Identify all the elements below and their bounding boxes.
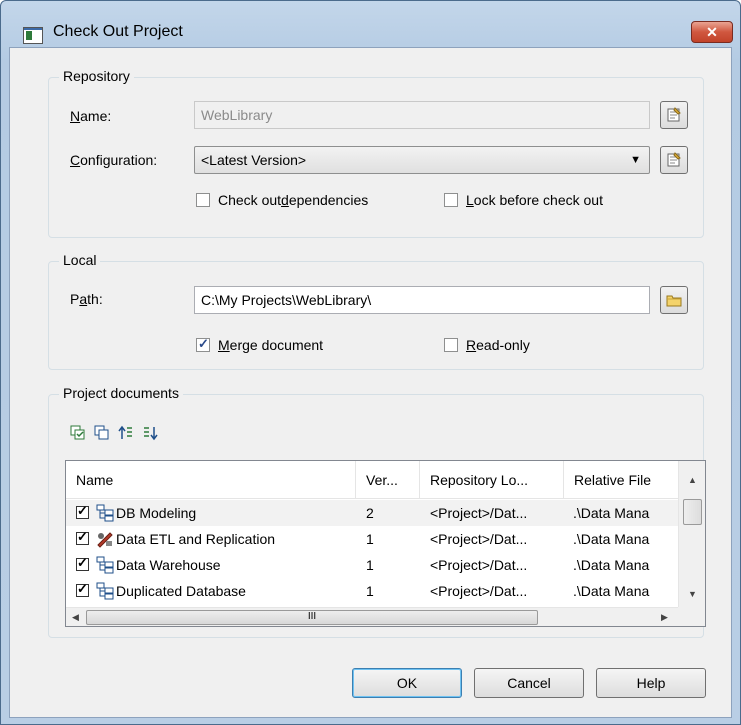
row-version: 2 bbox=[366, 505, 374, 521]
ok-button[interactable]: OK bbox=[352, 668, 462, 698]
row-relative-file: .\Data Mana bbox=[573, 557, 650, 573]
row-relative-file: .\Data Mana bbox=[573, 505, 650, 521]
row-repository-location: <Project>/Dat... bbox=[430, 583, 528, 599]
app-icon bbox=[23, 27, 43, 44]
horizontal-scroll-thumb[interactable]: III bbox=[86, 610, 538, 625]
merge-document-box[interactable] bbox=[196, 336, 210, 352]
model-icon bbox=[96, 582, 114, 600]
table-row[interactable]: Duplicated Database 1 <Project>/Dat... .… bbox=[66, 578, 678, 604]
row-repository-location: <Project>/Dat... bbox=[430, 505, 528, 521]
model-icon bbox=[96, 504, 114, 522]
row-checkbox[interactable] bbox=[76, 529, 89, 545]
check-out-dependencies-checkbox[interactable]: Check out d ependencies bbox=[196, 192, 368, 208]
row-relative-file: .\Data Mana bbox=[573, 583, 650, 599]
path-label: Path: bbox=[70, 291, 103, 307]
deselect-all-icon[interactable] bbox=[94, 425, 110, 441]
help-button[interactable]: Help bbox=[596, 668, 706, 698]
dialog-client-area: Repository Name: WebLibrary Configuratio… bbox=[9, 47, 732, 718]
close-button[interactable]: ✕ bbox=[691, 21, 733, 43]
row-checkbox[interactable] bbox=[76, 555, 89, 571]
project-documents-list[interactable]: Name Ver... Repository Lo... Relative Fi… bbox=[65, 460, 706, 627]
scrollbar-corner bbox=[678, 607, 705, 626]
etl-icon bbox=[97, 532, 113, 548]
properties-icon bbox=[667, 152, 681, 167]
folder-icon bbox=[666, 295, 682, 307]
model-icon bbox=[96, 556, 114, 574]
repository-name-field: WebLibrary bbox=[194, 101, 650, 129]
name-label: Name: bbox=[70, 108, 112, 124]
list-header: Name Ver... Repository Lo... Relative Fi… bbox=[66, 461, 678, 499]
local-path-field[interactable]: C:\My Projects\WebLibrary\ bbox=[194, 286, 650, 314]
local-group: Local bbox=[48, 252, 704, 370]
title-bar[interactable]: Check Out Project ✕ bbox=[1, 1, 740, 47]
cancel-button[interactable]: Cancel bbox=[474, 668, 584, 698]
column-header-relative-file[interactable]: Relative File bbox=[564, 461, 678, 499]
check-out-dependencies-box[interactable] bbox=[196, 193, 210, 207]
table-row[interactable]: Data ETL and Replication 1 <Project>/Dat… bbox=[66, 526, 678, 552]
local-group-label: Local bbox=[59, 252, 101, 268]
read-only-checkbox[interactable]: Read-only bbox=[444, 337, 530, 353]
row-name: Data Warehouse bbox=[116, 557, 221, 573]
lock-before-check-out-box[interactable] bbox=[444, 193, 458, 207]
configuration-dropdown[interactable]: <Latest Version> ▼ bbox=[194, 146, 650, 174]
scroll-right-icon[interactable]: ▶ bbox=[661, 612, 668, 623]
row-repository-location: <Project>/Dat... bbox=[430, 531, 528, 547]
row-checkbox[interactable] bbox=[76, 503, 89, 519]
column-header-version[interactable]: Ver... bbox=[356, 461, 420, 499]
row-version: 1 bbox=[366, 583, 374, 599]
merge-document-checkbox[interactable]: Merge document bbox=[196, 336, 323, 353]
repository-group-label: Repository bbox=[59, 68, 134, 84]
row-version: 1 bbox=[366, 557, 374, 573]
row-name: DB Modeling bbox=[116, 505, 197, 521]
browse-folder-button[interactable] bbox=[660, 286, 688, 314]
row-name: Data ETL and Replication bbox=[116, 531, 276, 547]
row-relative-file: .\Data Mana bbox=[573, 531, 650, 547]
read-only-box[interactable] bbox=[444, 338, 458, 352]
vertical-scrollbar[interactable]: ▲ ▼ bbox=[678, 461, 705, 607]
vertical-scroll-thumb[interactable] bbox=[683, 499, 702, 525]
configuration-properties-button[interactable] bbox=[660, 146, 688, 174]
configuration-value: <Latest Version> bbox=[201, 152, 307, 168]
table-row[interactable]: DB Modeling 2 <Project>/Dat... .\Data Ma… bbox=[66, 500, 678, 526]
row-version: 1 bbox=[366, 531, 374, 547]
project-documents-group-label: Project documents bbox=[59, 385, 183, 401]
chevron-down-icon: ▼ bbox=[630, 154, 641, 166]
dialog-window: Check Out Project ✕ Repository Name: Web… bbox=[0, 0, 741, 725]
column-header-repository-location[interactable]: Repository Lo... bbox=[420, 461, 564, 499]
column-header-name[interactable]: Name bbox=[66, 461, 356, 499]
lock-before-check-out-checkbox[interactable]: Lock before check out bbox=[444, 192, 603, 208]
move-up-icon[interactable] bbox=[118, 425, 134, 441]
properties-icon bbox=[667, 107, 681, 122]
scroll-left-icon[interactable]: ◀ bbox=[72, 612, 79, 623]
window-title: Check Out Project bbox=[53, 23, 183, 40]
configuration-label: Configuration: bbox=[70, 152, 158, 168]
select-all-icon[interactable] bbox=[70, 425, 86, 441]
table-row[interactable]: Data Warehouse 1 <Project>/Dat... .\Data… bbox=[66, 552, 678, 578]
row-name: Duplicated Database bbox=[116, 583, 246, 599]
scroll-down-icon[interactable]: ▼ bbox=[688, 589, 697, 599]
row-checkbox[interactable] bbox=[76, 581, 89, 597]
move-down-icon[interactable] bbox=[142, 425, 158, 441]
horizontal-scrollbar[interactable]: ◀ III ▶ bbox=[66, 607, 678, 626]
scroll-up-icon[interactable]: ▲ bbox=[688, 475, 697, 485]
row-repository-location: <Project>/Dat... bbox=[430, 557, 528, 573]
name-properties-button[interactable] bbox=[660, 101, 688, 129]
